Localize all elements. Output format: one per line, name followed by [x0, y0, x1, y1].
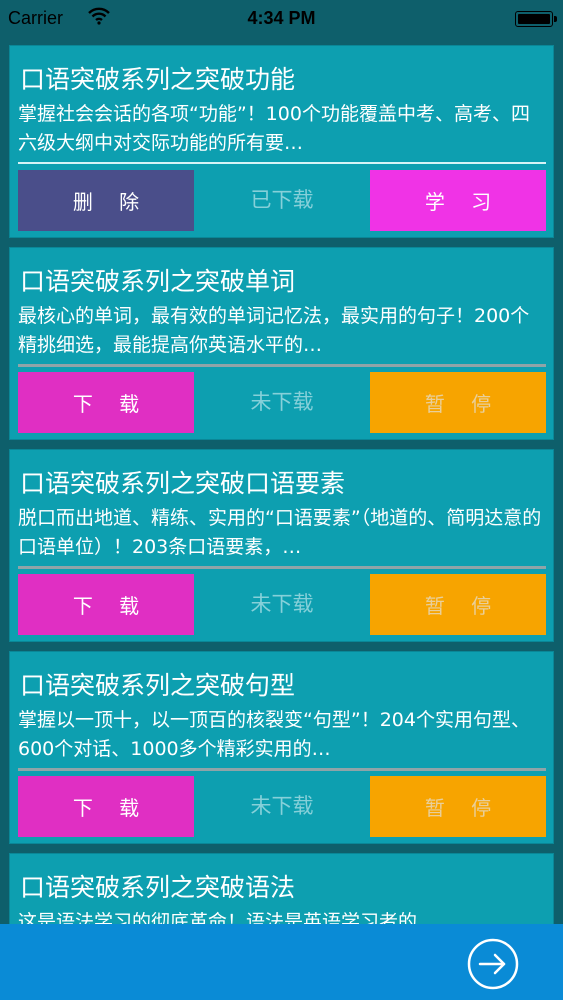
next-button[interactable]: [467, 938, 519, 990]
download-button[interactable]: 下 载: [18, 776, 194, 837]
course-description: 掌握社会会话的各项“功能”！100个功能覆盖中考、高考、四六级大纲中对交际功能的…: [18, 103, 530, 154]
bottom-bar: [0, 924, 563, 1000]
course-title: 口语突破系列之突破语法: [20, 873, 296, 902]
course-list[interactable]: 口语突破系列之突破功能 掌握社会会话的各项“功能”！100个功能覆盖中考、高考、…: [0, 38, 563, 924]
course-card: 口语突破系列之突破句型 掌握以一顶十，以一顶百的核裂变“句型”！204个实用句型…: [9, 651, 554, 844]
course-title: 口语突破系列之突破句型: [20, 671, 296, 700]
course-title: 口语突破系列之突破单词: [20, 267, 296, 296]
course-description: 掌握以一顶十，以一顶百的核裂变“句型”！204个实用句型、600个对话、1000…: [18, 709, 530, 760]
divider: [18, 768, 546, 771]
divider: [18, 364, 546, 367]
pause-button[interactable]: 暂 停: [370, 372, 546, 433]
course-description: 这是语法学习的彻底革命！语法是英语学习者的…: [18, 911, 437, 924]
course-title: 口语突破系列之突破口语要素: [20, 469, 346, 498]
status-bar: Carrier 4:34 PM: [0, 0, 563, 38]
course-card: 口语突破系列之突破口语要素 脱口而出地道、精练、实用的“口语要素”（地道的、简明…: [9, 449, 554, 642]
download-button[interactable]: 下 载: [18, 372, 194, 433]
course-card: 口语突破系列之突破单词 最核心的单词，最有效的单词记忆法，最实用的句子！200个…: [9, 247, 554, 440]
course-title: 口语突破系列之突破功能: [20, 65, 296, 94]
battery-icon: [515, 11, 557, 27]
clock: 4:34 PM: [247, 8, 316, 28]
course-description: 脱口而出地道、精练、实用的“口语要素”（地道的、简明达意的口语单位）！203条口…: [18, 507, 542, 558]
course-card: 口语突破系列之突破语法 这是语法学习的彻底革命！语法是英语学习者的…: [9, 853, 554, 924]
divider: [18, 566, 546, 569]
pause-button[interactable]: 暂 停: [370, 574, 546, 635]
course-description: 最核心的单词，最有效的单词记忆法，最实用的句子！200个精挑细选，最能提高你英语…: [18, 305, 530, 356]
pause-button[interactable]: 暂 停: [370, 776, 546, 837]
course-card: 口语突破系列之突破功能 掌握社会会话的各项“功能”！100个功能覆盖中考、高考、…: [9, 45, 554, 238]
download-status: 已下载: [250, 188, 314, 212]
download-status: 未下载: [250, 390, 314, 414]
download-status: 未下载: [250, 592, 314, 616]
delete-button[interactable]: 删 除: [18, 170, 194, 231]
download-status: 未下载: [250, 794, 314, 818]
study-button[interactable]: 学 习: [370, 170, 546, 231]
divider: [18, 162, 546, 164]
arrow-right-circle-icon: [467, 938, 519, 990]
download-button[interactable]: 下 载: [18, 574, 194, 635]
